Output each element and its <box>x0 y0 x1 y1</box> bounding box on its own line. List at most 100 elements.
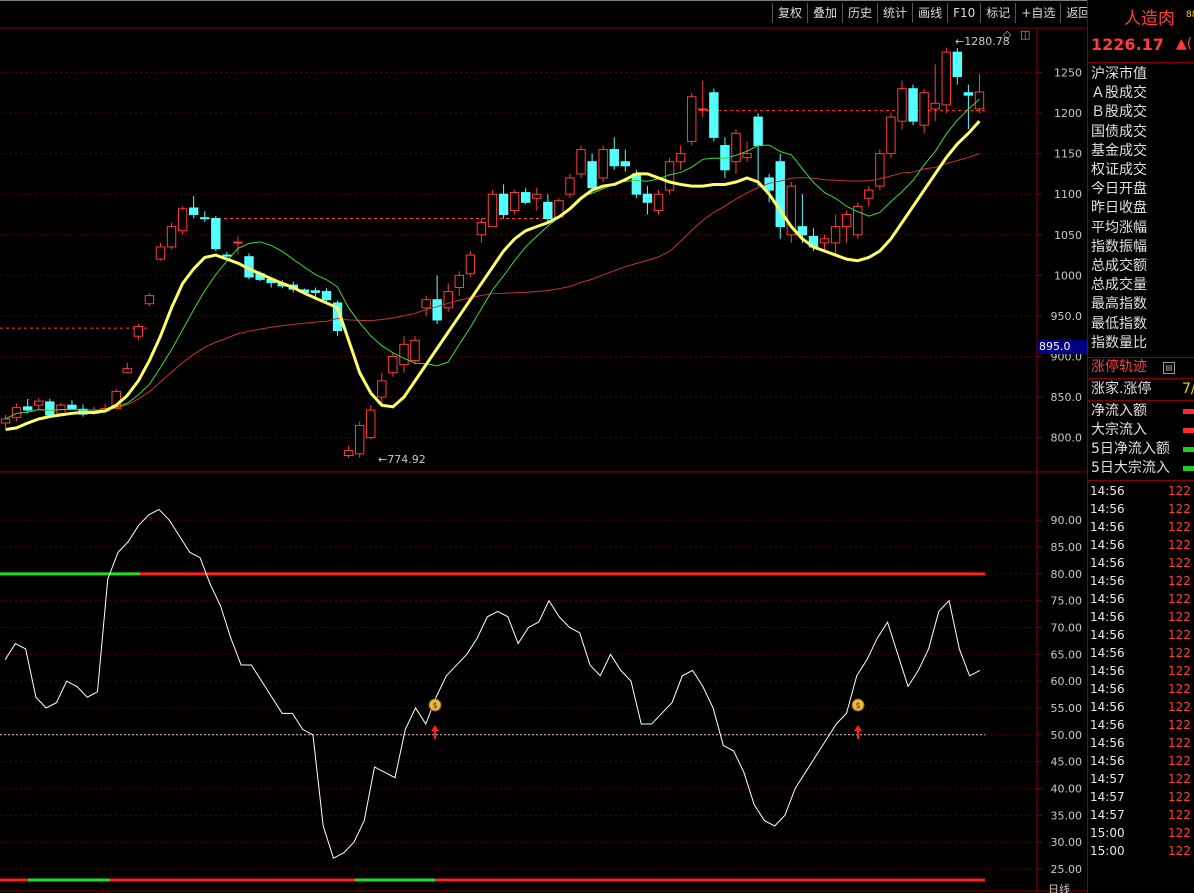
kline-chart[interactable]: 125012001150110010501000950.0900.0850.08… <box>0 0 1087 893</box>
toolbar-button-4[interactable]: 画线 <box>912 3 947 23</box>
tick-price: 122 <box>1168 484 1191 498</box>
osc-axis-label: 45.00 <box>1051 756 1083 769</box>
candle-body <box>122 368 132 374</box>
candle-body <box>642 193 653 203</box>
tick-price: 122 <box>1168 826 1191 840</box>
candle-body <box>819 238 830 244</box>
tick-row: 14:56 122 <box>1088 572 1194 590</box>
candle-body <box>144 295 155 305</box>
tick-time: 14:56 <box>1090 646 1125 660</box>
toolbar-button-5[interactable]: F10 <box>947 3 980 23</box>
tick-time: 14:56 <box>1090 628 1125 642</box>
candle-body <box>587 161 597 189</box>
toolbar-button-0[interactable]: 复权 <box>772 3 807 23</box>
candle-body <box>974 91 985 110</box>
flow-bar <box>1183 428 1194 433</box>
candle-body <box>222 254 232 257</box>
limit-track-toggle-icon[interactable]: ▤ <box>1163 362 1175 374</box>
toolbar-button-1[interactable]: 叠加 <box>807 3 842 23</box>
tick-row: 14:56 122 <box>1088 716 1194 734</box>
tick-row: 14:56 122 <box>1088 608 1194 626</box>
tick-price: 122 <box>1168 790 1191 804</box>
candle-body <box>432 299 442 321</box>
grid-icon: ◫ <box>1020 28 1030 41</box>
osc-axis-label: 40.00 <box>1051 782 1083 795</box>
candle-body <box>45 401 55 416</box>
tick-row: 14:56 122 <box>1088 662 1194 680</box>
toolbar-button-6[interactable]: 标记 <box>980 3 1015 23</box>
candle-body <box>465 254 476 275</box>
tick-time: 14:56 <box>1090 718 1125 732</box>
candle-body <box>709 92 719 138</box>
candle-body <box>620 161 631 167</box>
tick-row: 15:00 122 <box>1088 842 1194 860</box>
tick-time: 14:56 <box>1090 484 1125 498</box>
info-row: 平均涨幅 <box>1091 219 1147 236</box>
toolbar-button-2[interactable]: 历史 <box>842 3 877 23</box>
osc-axis-label: 65.00 <box>1051 648 1083 661</box>
candle-body <box>952 51 963 78</box>
limit-up-label: 涨家.涨停 <box>1091 381 1152 397</box>
tick-list[interactable]: 14:56 122 14:56 122 14:56 122 14:56 122 14:56 122… <box>1088 482 1194 860</box>
candle-body <box>366 409 376 439</box>
price-axis-label: 1250 <box>1054 66 1082 79</box>
osc-axis-label: 25.00 <box>1051 863 1083 876</box>
tick-time: 15:00 <box>1090 826 1125 840</box>
candle-body <box>509 192 520 211</box>
tick-time: 14:56 <box>1090 556 1125 570</box>
quote-panel: 人造肉 88 1226.17 ▲( 沪深市值 Ａ股成交 Ｂ股成交国债成交基金成交权证… <box>1087 0 1194 893</box>
oscillator-line <box>4 508 981 859</box>
tick-row: 14:56 122 <box>1088 626 1194 644</box>
tick-price: 122 <box>1168 664 1191 678</box>
candle-body <box>410 339 420 362</box>
candle-body <box>598 149 608 179</box>
tick-row: 14:56 122 <box>1088 500 1194 518</box>
price-axis-label: 1200 <box>1054 107 1082 120</box>
candle-body <box>166 226 177 248</box>
info-row: 总成交额 <box>1091 258 1147 274</box>
info-row: 沪深市值 <box>1091 66 1147 82</box>
flow-bar <box>1183 466 1194 471</box>
candle-body <box>742 153 752 159</box>
tick-row: 14:56 122 <box>1088 590 1194 608</box>
osc-axis-label: 35.00 <box>1051 809 1083 822</box>
info-row: 最高指数 <box>1091 296 1147 313</box>
price-axis-label: 1050 <box>1054 229 1082 242</box>
price-axis-label: 850.0 <box>1051 391 1083 404</box>
info-row: 今日开盘 <box>1091 181 1147 198</box>
tick-price: 122 <box>1168 700 1191 714</box>
tick-price: 122 <box>1168 628 1191 642</box>
candle-body <box>188 207 199 215</box>
money-bag-icon: $ <box>855 701 860 710</box>
price-axis-label: 1100 <box>1054 188 1082 201</box>
osc-axis-label: 30.00 <box>1051 836 1083 849</box>
candle-body <box>354 424 365 455</box>
tick-time: 14:56 <box>1090 664 1125 678</box>
stock-name: 人造肉 <box>1124 9 1175 29</box>
toolbar-button-3[interactable]: 统计 <box>877 3 912 23</box>
price-axis-label: 950.0 <box>1051 310 1083 323</box>
info-row: 权证成交 <box>1091 162 1147 178</box>
tick-time: 14:56 <box>1090 736 1125 750</box>
tick-row: 14:56 122 <box>1088 554 1194 572</box>
tick-price: 122 <box>1168 574 1191 588</box>
tick-price: 122 <box>1168 646 1191 660</box>
tick-row: 14:56 122 <box>1088 734 1194 752</box>
toolbar-button-7[interactable]: +自选 <box>1015 3 1060 23</box>
tick-row: 14:57 122 <box>1088 770 1194 788</box>
current-price: 1226.17 <box>1091 35 1164 54</box>
flow-bar <box>1183 447 1194 452</box>
osc-axis-label: 55.00 <box>1051 702 1083 715</box>
candle-body <box>476 222 487 236</box>
candle-body <box>487 193 498 228</box>
candle-body <box>443 291 453 309</box>
tick-price: 122 <box>1168 754 1191 768</box>
tick-time: 14:56 <box>1090 700 1125 714</box>
tick-price: 122 <box>1168 682 1191 696</box>
candle-body <box>543 201 553 220</box>
candle-body <box>830 226 841 244</box>
info-row: 国债成交 <box>1091 123 1147 140</box>
buy-arrow-icon <box>854 725 862 739</box>
price-axis-label: 1000 <box>1054 269 1082 282</box>
limit-track-label[interactable]: 涨停轨迹 <box>1091 358 1147 377</box>
